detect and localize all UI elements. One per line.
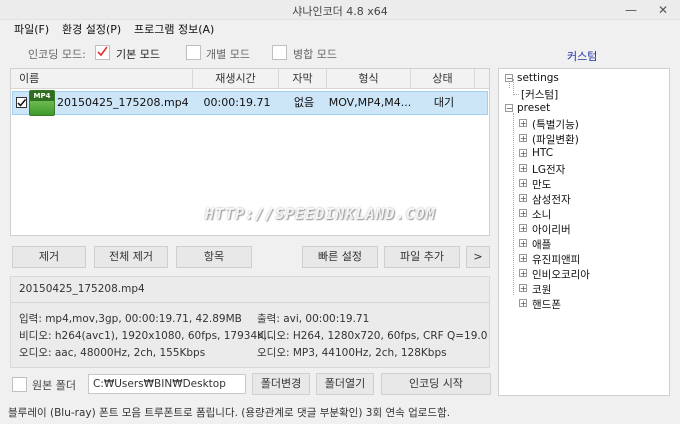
tree-node-eugene[interactable]: 유진피앤피 <box>532 252 580 267</box>
custom-link[interactable]: 커스텀 <box>567 48 597 64</box>
collapse-icon[interactable]: − <box>505 74 513 83</box>
tree-node-custom[interactable]: [커스텀] <box>521 87 558 102</box>
expand-icon[interactable]: + <box>519 149 527 158</box>
format-cell: MOV,MP4,M4... <box>328 96 412 109</box>
output-folder-input[interactable] <box>88 374 246 394</box>
tree-node-phone[interactable]: 핸드폰 <box>532 297 561 312</box>
column-header-filler <box>475 69 489 89</box>
start-encoding-button[interactable]: 인코딩 시작 <box>381 373 491 395</box>
expand-icon[interactable]: + <box>519 179 527 188</box>
tree-node-mando[interactable]: 만도 <box>532 177 551 192</box>
input-audio-info: 오디오: aac, 48000Hz, 2ch, 155Kbps <box>19 347 206 359</box>
source-folder-label: 원본 폴더 <box>32 379 76 392</box>
duration-cell: 00:00:19.71 <box>203 96 271 109</box>
file-type-badge: MP4 <box>30 91 54 101</box>
expand-icon[interactable]: + <box>519 194 527 203</box>
media-info-panel: 20150425_175208.mp4 입력: mp4,mov,3gp, 00:… <box>10 276 490 368</box>
tree-line <box>513 79 514 95</box>
output-audio-info: 오디오: MP3, 44100Hz, 2ch, 128Kbps <box>257 347 447 359</box>
window-title: 샤나인코더 4.8 x64 <box>292 5 388 18</box>
tree-node-invio[interactable]: 인비오코리아 <box>532 267 590 282</box>
output-summary: 출력: avi, 00:00:19.71 <box>257 313 370 325</box>
tree-node-sony[interactable]: 소니 <box>532 207 551 222</box>
output-video-info: 비디오: H264, 1280x720, 60fps, CRF Q=19.0 <box>257 330 488 342</box>
input-summary: 입력: mp4,mov,3gp, 00:00:19.71, 42.89MB <box>19 313 242 325</box>
expand-icon[interactable]: + <box>519 299 527 308</box>
expand-icon[interactable]: + <box>519 224 527 233</box>
menu-file[interactable]: 파일(F) <box>14 21 49 37</box>
column-header-name[interactable]: 이름 <box>11 69 193 89</box>
expand-icon[interactable]: + <box>519 254 527 263</box>
column-header-format[interactable]: 형식 <box>327 69 411 89</box>
preset-tree: − settings [커스텀] − preset + (특별기능) + (파일… <box>498 68 670 396</box>
info-filename: 20150425_175208.mp4 <box>19 283 145 295</box>
individual-mode-checkbox[interactable] <box>186 45 201 63</box>
close-button[interactable]: ✕ <box>650 1 676 19</box>
tree-node-lg[interactable]: LG전자 <box>532 162 565 177</box>
column-header-subtitle[interactable]: 자막 <box>279 69 327 89</box>
expand-icon[interactable]: + <box>519 209 527 218</box>
expand-icon[interactable]: + <box>519 239 527 248</box>
tree-node-htc[interactable]: HTC <box>532 147 553 159</box>
tree-node-cowon[interactable]: 코원 <box>532 282 551 297</box>
more-button[interactable]: > <box>466 246 490 268</box>
minimize-button[interactable]: — <box>618 1 644 19</box>
individual-mode-label: 개별 모드 <box>206 48 250 61</box>
tree-node-preset[interactable]: preset <box>517 102 550 114</box>
status-text: 블루레이 (Blu-ray) 폰트 모음 트루폰트로 폼립니다. (용량관계로 … <box>8 407 451 419</box>
basic-mode-checkbox[interactable] <box>95 45 110 63</box>
tree-node-special[interactable]: (특별기능) <box>532 117 579 132</box>
checkmark-icon <box>17 99 27 107</box>
tree-node-iriver[interactable]: 아이리버 <box>532 222 571 237</box>
tree-line <box>513 94 519 95</box>
item-button[interactable]: 항목 <box>176 246 252 268</box>
tree-node-file-convert[interactable]: (파일변환) <box>532 132 579 147</box>
tree-node-settings[interactable]: settings <box>517 72 559 84</box>
source-folder-checkbox[interactable] <box>12 377 27 395</box>
mp4-file-icon: MP4 <box>29 90 55 116</box>
merge-mode-label: 병합 모드 <box>293 48 337 61</box>
checkmark-icon <box>97 46 108 57</box>
subtitle-cell: 없음 <box>293 96 315 109</box>
merge-mode-checkbox[interactable] <box>272 45 287 63</box>
add-file-button[interactable]: 파일 추가 <box>384 246 460 268</box>
expand-icon[interactable]: + <box>519 119 527 128</box>
remove-all-button[interactable]: 전체 제거 <box>94 246 168 268</box>
collapse-icon[interactable]: − <box>505 104 513 113</box>
expand-icon[interactable]: + <box>519 164 527 173</box>
input-video-info: 비디오: h264(avc1), 1920x1080, 60fps, 17934… <box>19 330 275 342</box>
watermark-text: HTTP://SPEEDINKLAND.COM <box>205 205 436 223</box>
encoding-mode-label: 인코딩 모드: <box>28 48 86 61</box>
expand-icon[interactable]: + <box>519 134 527 143</box>
basic-mode-label: 기본 모드 <box>116 48 160 61</box>
file-name-cell: 20150425_175208.mp4 <box>57 96 189 109</box>
change-folder-button[interactable]: 폴더변경 <box>252 373 310 395</box>
open-folder-button[interactable]: 폴더열기 <box>316 373 374 395</box>
menu-program-info[interactable]: 프로그램 정보(A) <box>134 21 214 37</box>
table-row[interactable]: MP4 20150425_175208.mp4 00:00:19.71 없음 M… <box>12 90 488 116</box>
tree-node-apple[interactable]: 애플 <box>532 237 551 252</box>
tree-node-samsung[interactable]: 삼성전자 <box>532 192 571 207</box>
expand-icon[interactable]: + <box>519 284 527 293</box>
status-cell: 대기 <box>433 96 455 109</box>
row-checkbox[interactable] <box>16 97 27 108</box>
tree-line <box>513 113 514 295</box>
info-divider <box>11 302 489 303</box>
column-header-duration[interactable]: 재생시간 <box>193 69 279 89</box>
menu-settings[interactable]: 환경 설정(P) <box>62 21 121 37</box>
remove-button[interactable]: 제거 <box>12 246 86 268</box>
expand-icon[interactable]: + <box>519 269 527 278</box>
column-header-status[interactable]: 상태 <box>411 69 475 89</box>
quick-settings-button[interactable]: 빠른 설정 <box>302 246 378 268</box>
